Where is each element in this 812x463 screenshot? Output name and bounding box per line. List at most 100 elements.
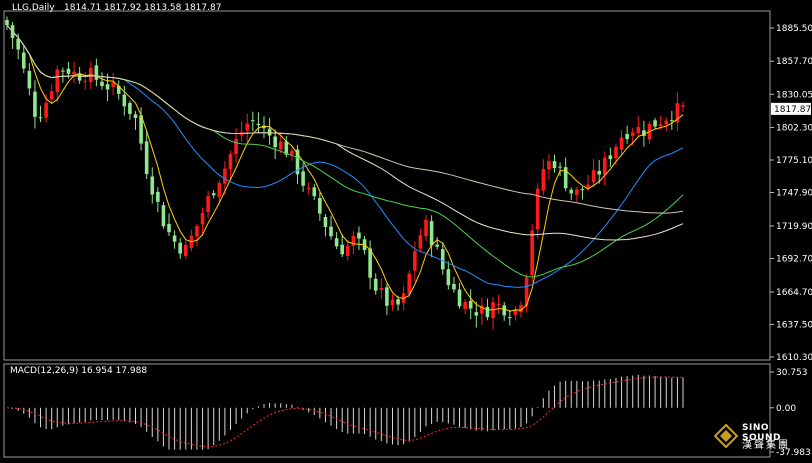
candle-body [357, 232, 361, 239]
candle-body [440, 249, 445, 270]
candle-body [306, 187, 311, 189]
price-tick-label: 1637.50 [776, 320, 812, 330]
candle-body [502, 305, 507, 316]
price-tick-label: 1857.70 [776, 57, 812, 67]
candle-body [424, 219, 428, 237]
ma-blue-line [6, 24, 684, 288]
candle-body [569, 189, 574, 194]
candle-body [446, 269, 451, 286]
candle-body [178, 242, 182, 254]
main-chart-label: LLG,Daily [12, 3, 55, 13]
price-tick-label: 1775.10 [776, 156, 812, 166]
candle-body [290, 150, 294, 155]
candle-body [373, 278, 378, 291]
candle-body [334, 238, 339, 247]
current-price-label: 1817.87 [774, 105, 811, 115]
candle-body [5, 19, 9, 26]
price-tick-label: 1664.70 [776, 288, 812, 298]
candle-body [223, 168, 227, 184]
price-tick-label: 1802.30 [776, 123, 812, 133]
logo-cn: 漢聲集團 [742, 440, 790, 451]
candle-body [183, 244, 188, 257]
candle-body [211, 193, 216, 196]
candle-body [33, 91, 37, 117]
candle-body [351, 235, 356, 246]
macd-label: MACD(12,26,9) 16.954 17.988 [10, 366, 148, 376]
candle-body [407, 273, 412, 295]
candle-body [111, 82, 115, 87]
candle-body [278, 141, 283, 150]
candle-body [273, 136, 277, 148]
candle-body [368, 248, 372, 278]
candle-body [580, 189, 585, 191]
candle-body [122, 94, 127, 107]
candle-body [474, 312, 479, 316]
candle-body [156, 191, 160, 202]
candle-body [586, 184, 590, 189]
candle-body [312, 187, 317, 197]
macd-signal-line [6, 376, 683, 448]
candle-body [172, 235, 177, 242]
chart-window[interactable]: 1885.50 1857.70 1830.05 1802.30 1775.10 1747.… [0, 0, 812, 459]
macd-tick-label: 30.753 [776, 368, 808, 378]
candle-body [161, 205, 166, 227]
candle-body [251, 120, 255, 122]
candle-body [670, 120, 674, 122]
price-tick-label: 1830.05 [776, 90, 812, 100]
candle-body [245, 123, 250, 131]
candle-body [541, 169, 546, 191]
candle-body [38, 117, 43, 119]
candle-body [128, 103, 132, 114]
candle-body [653, 120, 657, 127]
candle-body [200, 213, 205, 225]
candle-body [418, 235, 423, 249]
candle-body [575, 189, 579, 195]
candle-body [535, 188, 540, 230]
candle-body [77, 73, 82, 81]
candle-body [195, 226, 199, 237]
price-tick-label: 1747.90 [776, 189, 812, 199]
candle-body [468, 300, 473, 309]
ma-fast-line [6, 24, 684, 312]
price-tick-label: 1719.90 [776, 222, 812, 232]
candle-body [267, 128, 272, 136]
candle-body [429, 221, 434, 246]
ma-slow-line-1 [6, 24, 684, 241]
candle-body [614, 146, 618, 159]
candle-body [413, 251, 417, 271]
candle-body [234, 138, 238, 155]
candle-body [167, 223, 171, 233]
candle-body [558, 166, 562, 168]
candle-body [340, 244, 345, 255]
price-chart[interactable]: 1885.50 1857.70 1830.05 1802.30 1775.10 1747.… [0, 0, 812, 459]
candle-body [608, 155, 613, 160]
candle-body [16, 38, 20, 50]
candle-body [530, 230, 534, 276]
logo-icon [714, 424, 738, 448]
candle-body [133, 114, 138, 118]
candle-body [318, 198, 322, 214]
candle-body [591, 170, 596, 183]
price-tick-label: 1610.30 [776, 353, 812, 363]
candle-body [619, 137, 624, 150]
candle-body [49, 91, 54, 100]
candle-body [457, 289, 462, 307]
candle-body [217, 182, 222, 197]
candle-body [206, 196, 210, 213]
candle-body [256, 123, 261, 126]
candle-body [83, 80, 88, 82]
candle-body [66, 68, 71, 74]
candle-body [597, 170, 601, 175]
candle-body [323, 216, 328, 227]
sino-sound-logo: SINO SOUND 漢聲集團 [714, 422, 810, 456]
candle-body [345, 245, 350, 256]
candle-body [55, 69, 60, 93]
candle-body [228, 154, 233, 170]
price-tick-label: 1692.70 [776, 254, 812, 264]
candle-body [301, 171, 305, 186]
candle-body [485, 306, 490, 318]
candle-body [625, 134, 629, 140]
candle-body [44, 102, 48, 118]
price-tick-label: 1885.50 [776, 24, 812, 34]
candle-body [72, 71, 76, 75]
